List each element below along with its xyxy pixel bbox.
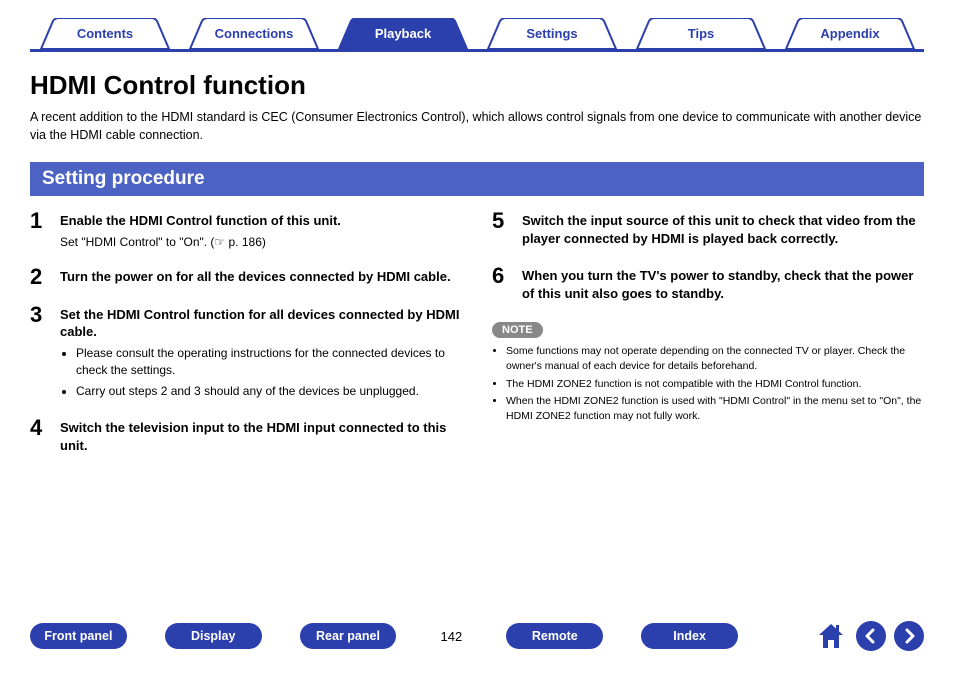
step-bullets: Please consult the operating instruction… (60, 345, 462, 399)
step-number: 3 (30, 304, 48, 403)
step-title: Switch the input source of this unit to … (522, 212, 924, 247)
step-2: 2 Turn the power on for all the devices c… (30, 266, 462, 290)
step-body: Set the HDMI Control function for all de… (60, 304, 462, 403)
steps-columns: 1 Enable the HDMI Control function of thi… (30, 210, 924, 472)
step-5: 5 Switch the input source of this unit to… (492, 210, 924, 251)
step-title: Enable the HDMI Control function of this… (60, 212, 462, 230)
note-item: When the HDMI ZONE2 function is used wit… (506, 394, 924, 423)
tab-tips[interactable]: Tips (626, 18, 775, 49)
step-body: Switch the input source of this unit to … (522, 210, 924, 251)
footer-button-rear-panel[interactable]: Rear panel (300, 623, 397, 649)
tab-playback[interactable]: Playback (328, 18, 477, 49)
page-number: 142 (434, 629, 468, 644)
tab-appendix[interactable]: Appendix (775, 18, 924, 49)
top-tab-bar: Contents Connections Playback Settings T… (30, 18, 924, 52)
step-bullet: Please consult the operating instruction… (76, 345, 462, 379)
footer-button-front-panel[interactable]: Front panel (30, 623, 127, 649)
step-number: 6 (492, 265, 510, 306)
tab-contents[interactable]: Contents (30, 18, 179, 49)
tab-settings[interactable]: Settings (477, 18, 626, 49)
step-title: Switch the television input to the HDMI … (60, 419, 462, 454)
footer-bar: Front panel Display Rear panel 142 Remote Ind… (0, 621, 954, 651)
step-body: Switch the television input to the HDMI … (60, 417, 462, 458)
step-body: Turn the power on for all the devices co… (60, 266, 462, 290)
steps-column-left: 1 Enable the HDMI Control function of thi… (30, 210, 462, 472)
step-number: 1 (30, 210, 48, 252)
page-title: HDMI Control function (30, 70, 924, 101)
tab-connections[interactable]: Connections (179, 18, 328, 49)
step-body: Enable the HDMI Control function of this… (60, 210, 462, 252)
svg-text:Contents: Contents (76, 26, 132, 41)
step-6: 6 When you turn the TV's power to standby… (492, 265, 924, 306)
section-heading: Setting procedure (30, 162, 924, 196)
intro-text: A recent addition to the HDMI standard i… (30, 109, 924, 144)
step-body: When you turn the TV's power to standby,… (522, 265, 924, 306)
svg-text:Tips: Tips (687, 26, 714, 41)
note-list: Some functions may not operate depending… (492, 344, 924, 423)
step-bullet: Carry out steps 2 and 3 should any of th… (76, 383, 462, 400)
footer-button-index[interactable]: Index (641, 623, 738, 649)
svg-text:Playback: Playback (374, 26, 431, 41)
footer-button-display[interactable]: Display (165, 623, 262, 649)
step-title: Turn the power on for all the devices co… (60, 268, 462, 286)
nav-prev-icon[interactable] (856, 621, 886, 651)
svg-text:Appendix: Appendix (820, 26, 880, 41)
step-number: 2 (30, 266, 48, 290)
svg-text:Settings: Settings (526, 26, 577, 41)
footer-nav-icons (814, 621, 924, 651)
step-title: When you turn the TV's power to standby,… (522, 267, 924, 302)
step-number: 5 (492, 210, 510, 251)
note-item: The HDMI ZONE2 function is not compatibl… (506, 377, 924, 392)
step-3: 3 Set the HDMI Control function for all d… (30, 304, 462, 403)
note-item: Some functions may not operate depending… (506, 344, 924, 373)
nav-next-icon[interactable] (894, 621, 924, 651)
step-4: 4 Switch the television input to the HDMI… (30, 417, 462, 458)
steps-column-right: 5 Switch the input source of this unit to… (492, 210, 924, 472)
step-1: 1 Enable the HDMI Control function of thi… (30, 210, 462, 252)
home-icon[interactable] (814, 621, 848, 651)
step-subtext: Set "HDMI Control" to "On". (☞ p. 186) (60, 234, 462, 251)
svg-text:Connections: Connections (214, 26, 293, 41)
step-title: Set the HDMI Control function for all de… (60, 306, 462, 341)
footer-button-remote[interactable]: Remote (506, 623, 603, 649)
step-number: 4 (30, 417, 48, 458)
note-badge: NOTE (492, 322, 543, 338)
